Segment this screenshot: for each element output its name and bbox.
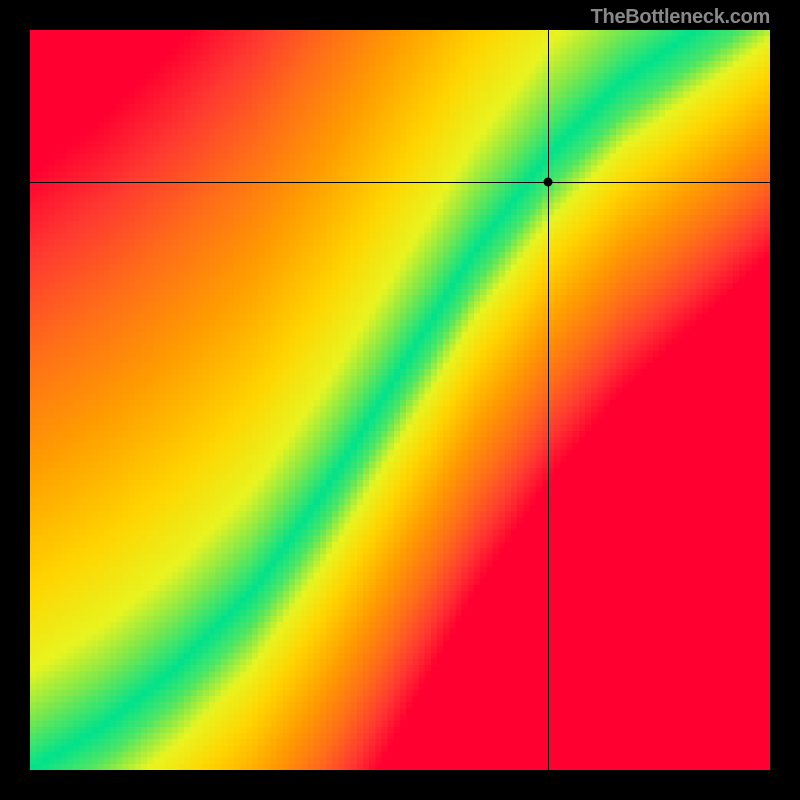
crosshair-vertical (548, 30, 549, 770)
attribution-text: TheBottleneck.com (591, 6, 770, 29)
heatmap-plot (30, 30, 770, 770)
chart-container: TheBottleneck.com (0, 0, 800, 800)
heatmap-canvas (30, 30, 770, 770)
marker-dot (544, 177, 553, 186)
crosshair-horizontal (30, 182, 770, 183)
